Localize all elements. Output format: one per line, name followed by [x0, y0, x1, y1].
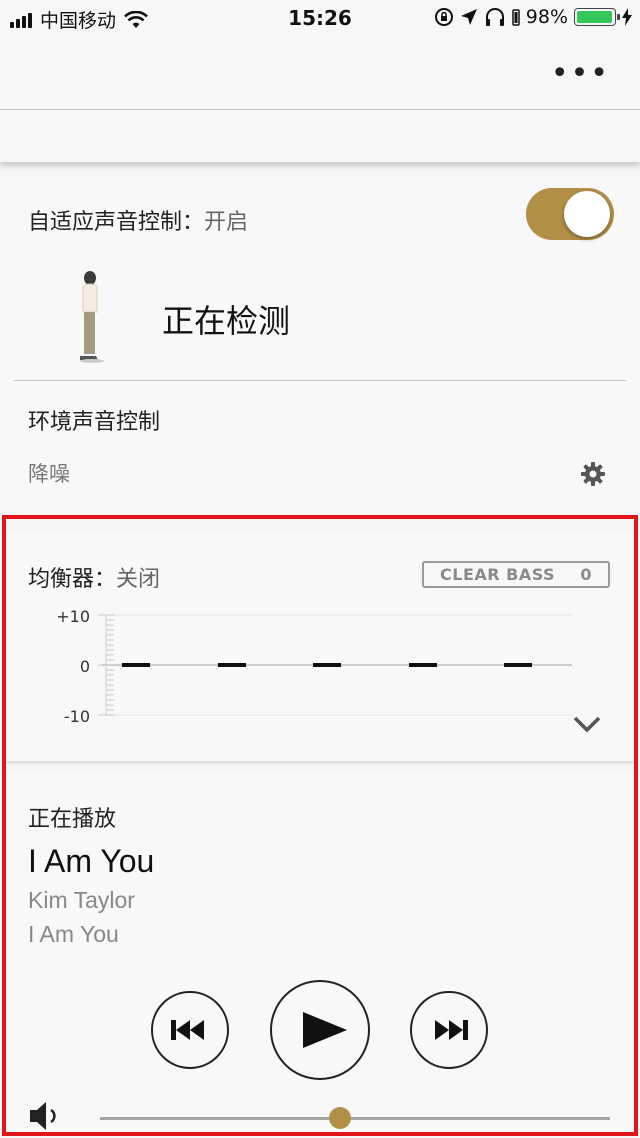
- play-icon: [303, 1012, 347, 1048]
- chevron-down-icon[interactable]: [572, 715, 602, 733]
- battery-percent: 98%: [525, 6, 568, 28]
- rotation-lock-icon: [434, 8, 453, 26]
- volume-slider[interactable]: [100, 1117, 610, 1120]
- sub-header: [0, 110, 640, 162]
- eq-axis-label: +10: [56, 607, 90, 626]
- track-album: I Am You: [28, 921, 119, 947]
- eq-band-marker[interactable]: [218, 663, 246, 667]
- adaptive-sound-toggle[interactable]: [526, 188, 614, 240]
- eq-axis-label: 0: [80, 657, 90, 676]
- status-right: 98%: [434, 6, 632, 28]
- ambient-sound-mode[interactable]: 降噪: [28, 458, 70, 488]
- eq-axis-label: -10: [64, 707, 90, 726]
- now-playing-card: 正在播放 I Am You Kim Taylor I Am You: [6, 773, 634, 1135]
- now-playing-label: 正在播放: [28, 807, 117, 832]
- standing-person-icon: [80, 271, 104, 363]
- eq-band-marker[interactable]: [409, 663, 437, 667]
- next-track-button[interactable]: [410, 991, 488, 1069]
- eq-band-marker[interactable]: [504, 663, 532, 667]
- eq-band-marker[interactable]: [122, 663, 150, 667]
- top-navbar: •••: [0, 36, 640, 110]
- charging-icon: [622, 8, 632, 26]
- adaptive-sound-label-text: 自适应声音控制：: [28, 210, 205, 235]
- track-artist: Kim Taylor: [28, 887, 135, 913]
- divider: [14, 380, 626, 381]
- sound-control-card: 自适应声音控制：开启 正在检测 环境声音控制 降噪: [0, 176, 640, 510]
- skip-forward-icon: [435, 1020, 468, 1040]
- volume-slider-handle[interactable]: [328, 1107, 351, 1129]
- battery-small-icon: [512, 9, 520, 26]
- track-title: I Am You: [28, 843, 155, 879]
- equalizer-card: 均衡器：关闭 CLEAR BASS 0 +10 0 -10: [6, 533, 634, 761]
- adaptive-sound-state: 开启: [204, 210, 249, 235]
- more-options-icon[interactable]: •••: [551, 56, 610, 91]
- adaptive-sound-label: 自适应声音控制：开启: [28, 204, 248, 236]
- play-button[interactable]: [270, 980, 370, 1080]
- speaker-icon[interactable]: [28, 1099, 62, 1133]
- equalizer-graph[interactable]: +10 0 -10: [6, 533, 634, 733]
- detection-status: 正在检测: [162, 302, 291, 340]
- ambient-sound-title: 环境声音控制: [28, 410, 161, 435]
- previous-track-button[interactable]: [151, 991, 229, 1069]
- location-icon: [460, 9, 477, 25]
- status-bar: 中国移动 15:26 98%: [0, 0, 640, 36]
- eq-band-marker[interactable]: [313, 663, 341, 667]
- battery-icon: [574, 8, 620, 26]
- skip-back-icon: [171, 1020, 204, 1040]
- headphones-icon: [485, 8, 504, 26]
- gear-icon[interactable]: [580, 461, 606, 487]
- toggle-knob: [564, 191, 610, 237]
